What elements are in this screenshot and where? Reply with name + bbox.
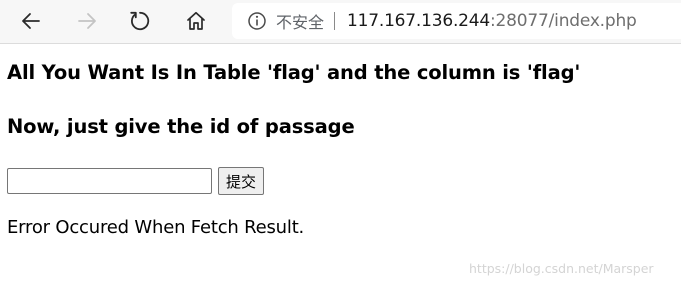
page-heading-instruction: Now, just give the id of passage bbox=[7, 115, 355, 138]
security-status-label[interactable]: 不安全 bbox=[276, 9, 324, 33]
address-separator bbox=[334, 12, 336, 30]
submit-button[interactable]: 提交 bbox=[218, 167, 265, 195]
browser-toolbar: 不安全 117.167.136.244:28077/index.php bbox=[0, 0, 681, 44]
home-button[interactable] bbox=[180, 6, 212, 36]
query-form: 提交 bbox=[7, 167, 265, 195]
info-circle-icon[interactable] bbox=[247, 11, 267, 31]
url-host: 117.167.136.244 bbox=[347, 11, 491, 31]
page-heading-table-hint: All You Want Is In Table 'flag' and the … bbox=[7, 61, 581, 84]
home-icon bbox=[187, 11, 205, 30]
refresh-button[interactable] bbox=[124, 6, 156, 36]
address-bar[interactable]: 不安全 117.167.136.244:28077/index.php bbox=[232, 3, 681, 39]
passage-id-input[interactable] bbox=[7, 168, 212, 194]
watermark-text: https://blog.csdn.net/Marsper bbox=[469, 261, 654, 276]
url-path: :28077/index.php bbox=[490, 11, 637, 31]
arrow-right-icon bbox=[78, 13, 96, 29]
forward-button[interactable] bbox=[71, 6, 103, 36]
back-button[interactable] bbox=[15, 6, 47, 36]
result-message: Error Occured When Fetch Result. bbox=[7, 217, 305, 238]
url-text[interactable]: 117.167.136.244:28077/index.php bbox=[347, 11, 637, 31]
arrow-left-icon bbox=[22, 13, 40, 29]
refresh-icon bbox=[130, 11, 150, 31]
